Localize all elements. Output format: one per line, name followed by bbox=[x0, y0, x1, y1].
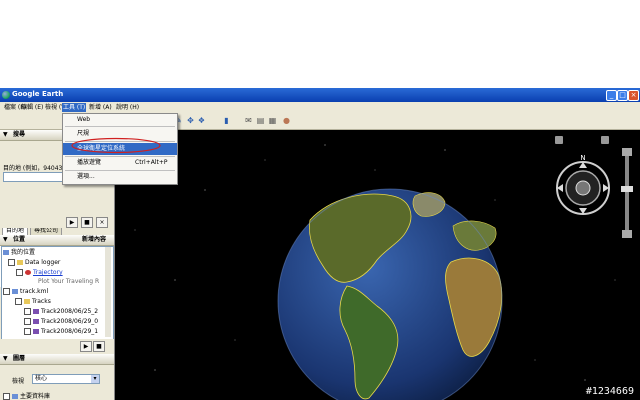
trajectory-icon bbox=[25, 270, 31, 275]
collapse-triangle-icon[interactable]: ▼ bbox=[3, 354, 8, 364]
tree-row-tracks[interactable]: Tracks bbox=[15, 297, 51, 306]
close-button[interactable]: × bbox=[628, 90, 639, 101]
places-scrollbar[interactable] bbox=[105, 247, 111, 337]
menu-item-play-tour[interactable]: 播放遊覽 Ctrl+Alt+P bbox=[63, 157, 177, 169]
earth-viewport[interactable]: N bbox=[115, 130, 640, 400]
ruler-icon[interactable]: ▮ bbox=[222, 116, 231, 125]
collapse-triangle-icon[interactable]: ▼ bbox=[3, 130, 8, 140]
folder-icon bbox=[3, 250, 9, 255]
chevron-down-icon[interactable]: ▾ bbox=[91, 375, 99, 383]
layers-panel-header[interactable]: ▼ 圖層 bbox=[0, 354, 114, 365]
google-earth-window: Google Earth _ □ × 檔案 (F) 編輯 (E) 檢視 (V) … bbox=[0, 88, 640, 400]
tree-row-data-logger[interactable]: Data logger bbox=[8, 258, 60, 267]
tree-row-track-3[interactable]: Track2008/06/29_1 bbox=[24, 327, 98, 336]
tree-row-my-places[interactable]: 我的位置 bbox=[3, 248, 35, 257]
add-content-link[interactable]: 新增內容 bbox=[82, 235, 106, 245]
search-go-button[interactable]: ▶ bbox=[66, 217, 78, 228]
tree-row-trajectory[interactable]: Trajectory bbox=[16, 268, 63, 277]
menu-item-label: Web bbox=[77, 116, 91, 123]
checkbox[interactable] bbox=[24, 328, 31, 335]
track-icon bbox=[33, 309, 39, 314]
search-panel-title: 搜尋 bbox=[13, 131, 26, 138]
add-polygon-icon[interactable]: ❖ bbox=[197, 116, 206, 125]
print-icon[interactable]: ▤ bbox=[256, 116, 265, 125]
tree-label: 我的位置 bbox=[11, 249, 36, 256]
checkbox[interactable] bbox=[24, 318, 31, 325]
tree-label: Data logger bbox=[25, 259, 61, 266]
checkbox[interactable] bbox=[16, 269, 23, 276]
menu-item-shortcut: Ctrl+Alt+P bbox=[135, 159, 168, 166]
maximize-button[interactable]: □ bbox=[617, 90, 628, 101]
menu-item-label: 選項... bbox=[77, 173, 95, 180]
menu-edit[interactable]: 編輯 (E) bbox=[20, 103, 44, 112]
places-buttons-bar: ▶ ■ bbox=[0, 339, 114, 352]
track-icon bbox=[33, 329, 39, 334]
tree-row-track-kml[interactable]: track.kml bbox=[3, 287, 48, 296]
tilt-slider[interactable] bbox=[555, 136, 609, 144]
checkbox[interactable] bbox=[24, 308, 31, 315]
tree-label: Track2008/06/29_1 bbox=[41, 328, 99, 335]
checkbox[interactable] bbox=[15, 298, 22, 305]
tree-row-track-2[interactable]: Track2008/06/29_0 bbox=[24, 317, 98, 326]
email-icon[interactable]: ✉ bbox=[244, 116, 253, 125]
layers-panel-title: 圖層 bbox=[13, 355, 26, 362]
view-label: 檢視 bbox=[12, 378, 25, 385]
places-stop-button[interactable]: ■ bbox=[93, 341, 105, 352]
red-ellipse-annotation bbox=[71, 137, 161, 154]
google-earth-icon bbox=[2, 91, 10, 99]
places-panel-header[interactable]: ▼ 位置 新增內容 bbox=[0, 235, 114, 246]
add-path-icon[interactable]: ✥ bbox=[186, 116, 195, 125]
search-clear-button[interactable]: × bbox=[96, 217, 108, 228]
view-in-maps-icon[interactable]: ▦ bbox=[268, 116, 277, 125]
tree-label: Track2008/06/25_2 bbox=[41, 308, 99, 315]
checkbox[interactable] bbox=[8, 259, 15, 266]
tree-label: Tracks bbox=[32, 298, 51, 305]
checkbox[interactable] bbox=[3, 393, 10, 400]
search-stop-button[interactable]: ■ bbox=[81, 217, 93, 228]
navigation-compass[interactable]: N bbox=[556, 154, 610, 215]
layer-row-primary[interactable]: 主要資料庫 bbox=[3, 392, 50, 400]
menu-separator bbox=[65, 126, 175, 127]
folder-icon bbox=[17, 260, 23, 265]
tree-row-description: Plot Your Traveling R bbox=[38, 278, 100, 285]
search-buttons-bar: ▶ ■ × bbox=[0, 214, 114, 228]
menu-bar: 檔案 (F) 編輯 (E) 檢視 (V) 工具 (T) 新增 (A) 說明 (H… bbox=[0, 102, 640, 113]
menu-item-options[interactable]: 選項... bbox=[63, 171, 177, 183]
watermark: #1234669 bbox=[585, 386, 634, 397]
tree-label: 主要資料庫 bbox=[20, 393, 51, 400]
view-select[interactable]: 核心 ▾ bbox=[32, 374, 100, 384]
svg-text:N: N bbox=[580, 154, 585, 162]
tree-label: track.kml bbox=[20, 288, 49, 295]
places-play-button[interactable]: ▶ bbox=[80, 341, 92, 352]
minimize-button[interactable]: _ bbox=[606, 90, 617, 101]
menu-tools[interactable]: 工具 (T) bbox=[62, 103, 87, 112]
database-icon bbox=[12, 394, 18, 399]
window-title: Google Earth bbox=[12, 90, 64, 98]
menu-item-label: 播放遊覽 bbox=[77, 159, 102, 166]
zoom-slider[interactable] bbox=[621, 148, 633, 238]
fly-to-label: 目的地 (例如，94043 bbox=[3, 165, 63, 172]
kml-icon bbox=[12, 289, 18, 294]
collapse-triangle-icon[interactable]: ▼ bbox=[3, 235, 8, 245]
folder-icon bbox=[24, 299, 30, 304]
track-icon bbox=[33, 319, 39, 324]
places-panel-title: 位置 bbox=[13, 236, 26, 243]
tree-label: Trajectory bbox=[33, 269, 63, 276]
menu-item-web[interactable]: Web bbox=[63, 114, 177, 126]
view-select-value: 核心 bbox=[35, 375, 48, 382]
title-bar[interactable]: Google Earth _ □ × bbox=[0, 88, 640, 102]
menu-add[interactable]: 新增 (A) bbox=[88, 103, 113, 112]
checkbox[interactable] bbox=[3, 288, 10, 295]
tree-row-track-1[interactable]: Track2008/06/25_2 bbox=[24, 307, 98, 316]
earth-gallery-icon[interactable]: ● bbox=[282, 116, 291, 125]
menu-help[interactable]: 說明 (H) bbox=[115, 103, 140, 112]
earth-view-svg: N bbox=[134, 136, 633, 400]
tree-label: Track2008/06/29_0 bbox=[41, 318, 99, 325]
